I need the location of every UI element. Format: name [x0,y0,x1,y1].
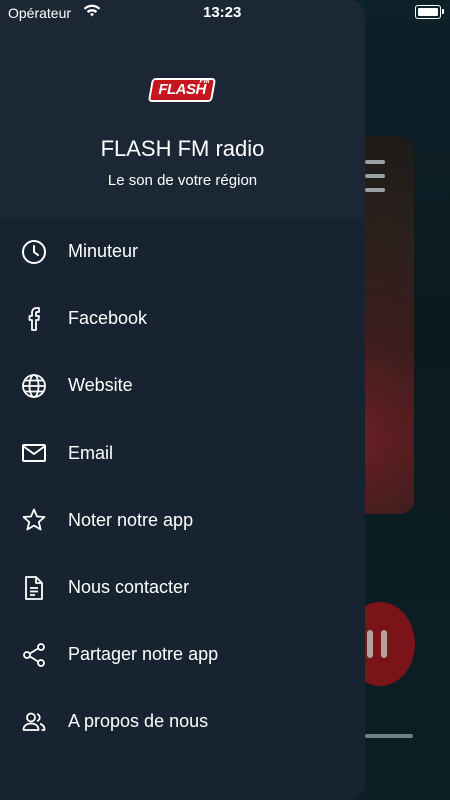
menu-item-rate-app[interactable]: Noter notre app [0,487,365,554]
wifi-icon [83,4,101,18]
menu-item-email[interactable]: Email [0,420,365,487]
drawer-menu: Minuteur Facebook Website Email Noter no… [0,218,365,756]
drawer-header: FM FLASH FLASH FM radio Le son de votre … [0,0,365,218]
app-subtitle: Le son de votre région [107,172,258,189]
menu-item-website[interactable]: Website [0,352,365,419]
carrier-label: Opérateur [8,5,72,21]
facebook-icon [21,306,47,332]
volume-slider[interactable] [365,734,413,738]
menu-item-timer[interactable]: Minuteur [0,218,365,285]
document-icon [21,575,47,601]
navigation-drawer: FM FLASH FLASH FM radio Le son de votre … [0,0,365,800]
pause-bar [367,630,373,658]
menu-item-label: Minuteur [68,241,139,262]
star-icon [21,507,47,533]
menu-item-about[interactable]: A propos de nous [0,688,365,755]
menu-item-label: Facebook [68,308,148,329]
menu-item-facebook[interactable]: Facebook [0,285,365,352]
menu-item-label: Nous contacter [68,577,190,598]
status-bar: Opérateur 13:23 [0,0,450,26]
flash-fm-logo: FM FLASH [147,78,217,102]
menu-item-contact[interactable]: Nous contacter [0,554,365,621]
status-time: 13:23 [203,4,242,21]
share-icon [21,642,47,668]
people-icon [21,709,47,735]
menu-lines-icon [365,160,385,202]
menu-item-label: A propos de nous [68,711,209,732]
clock-icon [21,239,47,265]
battery-icon [415,5,444,19]
app-title: FLASH FM radio [100,136,265,161]
mail-icon [21,440,47,466]
menu-item-label: Email [68,442,114,463]
menu-item-share[interactable]: Partager notre app [0,621,365,688]
menu-item-label: Website [68,375,133,396]
menu-item-label: Partager notre app [68,644,219,665]
globe-icon [21,373,47,399]
pause-bar [381,630,387,658]
logo-text: FLASH [158,81,206,98]
menu-item-label: Noter notre app [68,509,194,530]
